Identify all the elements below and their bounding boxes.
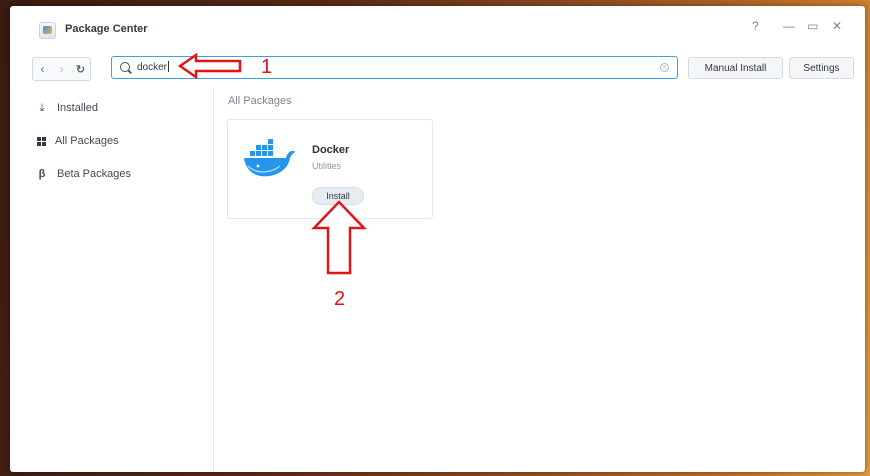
window-title: Package Center xyxy=(65,23,148,35)
sidebar-item-all-packages[interactable]: All Packages xyxy=(35,131,119,151)
package-name: Docker xyxy=(312,144,350,156)
package-center-icon xyxy=(39,22,56,39)
package-center-window: Package Center ? — ▭ ✕ ‹ › ↻ docker × Ma… xyxy=(10,6,865,472)
sidebar-item-label: All Packages xyxy=(55,135,119,147)
grid-icon xyxy=(37,136,46,146)
sidebar-item-installed[interactable]: ⤓ Installed xyxy=(35,98,98,118)
refresh-button[interactable]: ↻ xyxy=(71,58,90,80)
clear-icon[interactable]: × xyxy=(660,63,669,72)
chevron-left-icon: ‹ xyxy=(40,62,45,76)
docker-logo-icon xyxy=(244,139,295,177)
beta-icon: β xyxy=(38,168,46,180)
search-icon xyxy=(120,62,130,72)
help-button[interactable]: ? xyxy=(752,19,759,33)
forward-button[interactable]: › xyxy=(52,58,71,80)
sidebar-item-label: Installed xyxy=(57,102,98,114)
sidebar-item-beta-packages[interactable]: β Beta Packages xyxy=(35,164,131,184)
close-button[interactable]: ✕ xyxy=(832,19,842,33)
annotation-label-1: 1 xyxy=(261,56,273,78)
sidebar: ⤓ Installed All Packages β Beta Packages xyxy=(10,88,214,472)
minimize-button[interactable]: — xyxy=(783,19,795,33)
settings-button[interactable]: Settings xyxy=(789,57,854,79)
install-button[interactable]: Install xyxy=(312,187,364,205)
chevron-right-icon: › xyxy=(59,62,64,76)
maximize-button[interactable]: ▭ xyxy=(807,19,818,33)
package-card-docker[interactable]: Docker Utilities Install xyxy=(227,119,433,219)
sidebar-item-label: Beta Packages xyxy=(57,168,131,180)
search-input[interactable]: docker × xyxy=(111,56,678,79)
package-category: Utilities xyxy=(312,161,342,171)
download-icon: ⤓ xyxy=(39,101,45,114)
back-button[interactable]: ‹ xyxy=(33,58,52,80)
navigation-buttons: ‹ › ↻ xyxy=(32,57,91,81)
annotation-label-2: 2 xyxy=(334,288,346,310)
section-title: All Packages xyxy=(228,95,292,107)
manual-install-button[interactable]: Manual Install xyxy=(688,57,783,79)
refresh-icon: ↻ xyxy=(75,63,86,76)
search-value: docker xyxy=(137,61,170,73)
title-bar: Package Center ? — ▭ ✕ xyxy=(10,6,865,42)
